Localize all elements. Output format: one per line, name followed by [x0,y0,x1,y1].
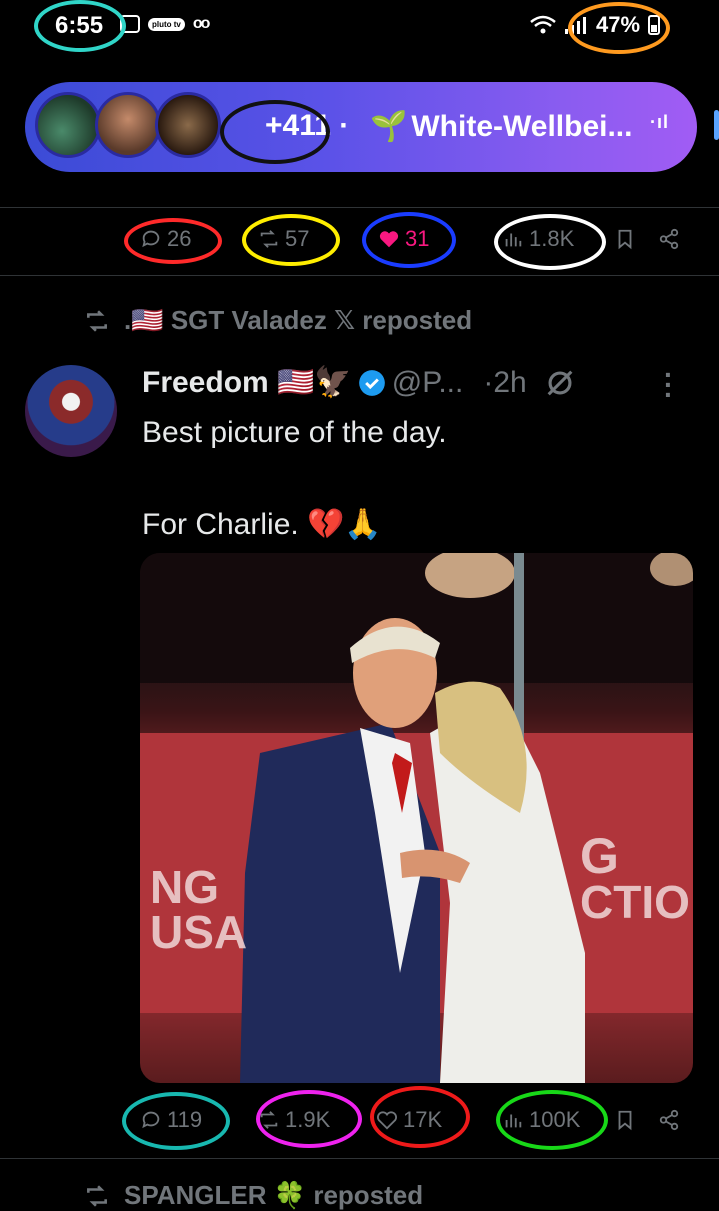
next-repost-context[interactable]: SPANGLER 🍀 reposted [82,1180,423,1211]
reply-count: 119 [167,1107,203,1132]
bookmark-icon [618,1110,632,1131]
divider [0,1158,719,1159]
repost-icon [87,1184,107,1207]
reply-icon [142,230,160,248]
audio-wave-icon: ·ıl [650,112,669,132]
svg-text:USA: USA [150,906,247,958]
spaces-banner[interactable]: +411 · 🌱 White-Wellbei... ·ıl [25,82,697,172]
author-name[interactable]: Freedom 🇺🇸🦅 [142,365,352,400]
share-icon [659,1109,679,1131]
photo-graphic: NG USA G CTIO [140,553,693,1083]
like-button[interactable]: 17K [376,1107,442,1133]
repost-button[interactable]: 1.9K [258,1107,330,1133]
bookmark-button[interactable] [614,228,636,250]
views-count: 1.8K [529,226,575,251]
views-button[interactable]: 1.8K [502,226,574,252]
gallery-icon [120,15,140,33]
battery-percent: 47% [596,12,641,37]
spaces-listener-count: +411 · [265,109,350,142]
avatar [155,92,221,158]
repost-count: 57 [285,226,310,251]
status-app-icons: pluto tv oo [120,15,210,33]
svg-text:CTIO: CTIO [580,876,690,928]
repost-button[interactable]: 57 [258,226,309,252]
bookmark-icon [618,229,632,250]
repost-icon [260,230,278,248]
status-right: 47% [530,12,661,38]
repost-count: 1.9K [285,1107,331,1132]
reply-button[interactable]: 119 [140,1107,202,1133]
views-button[interactable]: 100K [502,1107,580,1133]
reply-icon [142,1111,160,1129]
next-repost-text: SPANGLER 🍀 reposted [124,1180,424,1210]
spaces-title: 🌱 White-Wellbei... [370,109,633,144]
views-icon [505,1114,522,1128]
author-handle[interactable]: @P... [392,366,464,400]
divider [0,275,719,276]
like-count: 17K [403,1107,443,1132]
status-time: 6:55 [55,12,104,39]
verified-badge-icon [358,369,385,396]
heart-outline-icon [377,1111,397,1130]
repost-context-text: .🇺🇸 SGT Valadez 𝕏 reposted [124,305,473,335]
avatar [95,92,161,158]
reply-button[interactable]: 26 [140,226,191,252]
reply-count: 26 [167,226,192,251]
share-button[interactable] [658,1109,680,1131]
prev-tweet-actions: 26 57 31 1.8K [0,224,719,254]
grok-icon[interactable] [543,366,577,400]
seedling-icon: 🌱 [370,110,408,143]
tweet-header: Freedom 🇺🇸🦅 @P... ·2h [142,365,577,400]
repost-icon [260,1111,278,1129]
avatar [35,92,101,158]
repost-icon [87,309,107,332]
divider [0,207,719,208]
voicemail-icon: oo [192,15,210,32]
battery-icon [648,15,661,35]
views-icon [505,233,522,247]
like-count: 31 [405,226,430,251]
wifi-icon [530,15,556,34]
bookmark-button[interactable] [614,1109,636,1131]
pluto-tv-icon: pluto tv [148,17,185,31]
tweet-time: ·2h [483,365,527,399]
share-button[interactable] [658,228,680,250]
edge-indicator [714,110,719,140]
author-avatar[interactable] [25,365,117,457]
more-options-icon[interactable]: · · · [664,361,673,409]
tweet-actions: 119 1.9K 17K 100K [0,1105,719,1135]
tweet-image[interactable]: NG USA G CTIO [140,553,693,1083]
heart-filled-icon [379,231,399,248]
views-count: 100K [529,1107,581,1132]
like-button[interactable]: 31 [378,226,429,252]
signal-icon [565,17,586,34]
tweet-text: Best picture of the day. For Charlie. 💔🙏 [142,416,447,541]
share-icon [659,228,679,250]
repost-context[interactable]: .🇺🇸 SGT Valadez 𝕏 reposted [82,305,472,336]
